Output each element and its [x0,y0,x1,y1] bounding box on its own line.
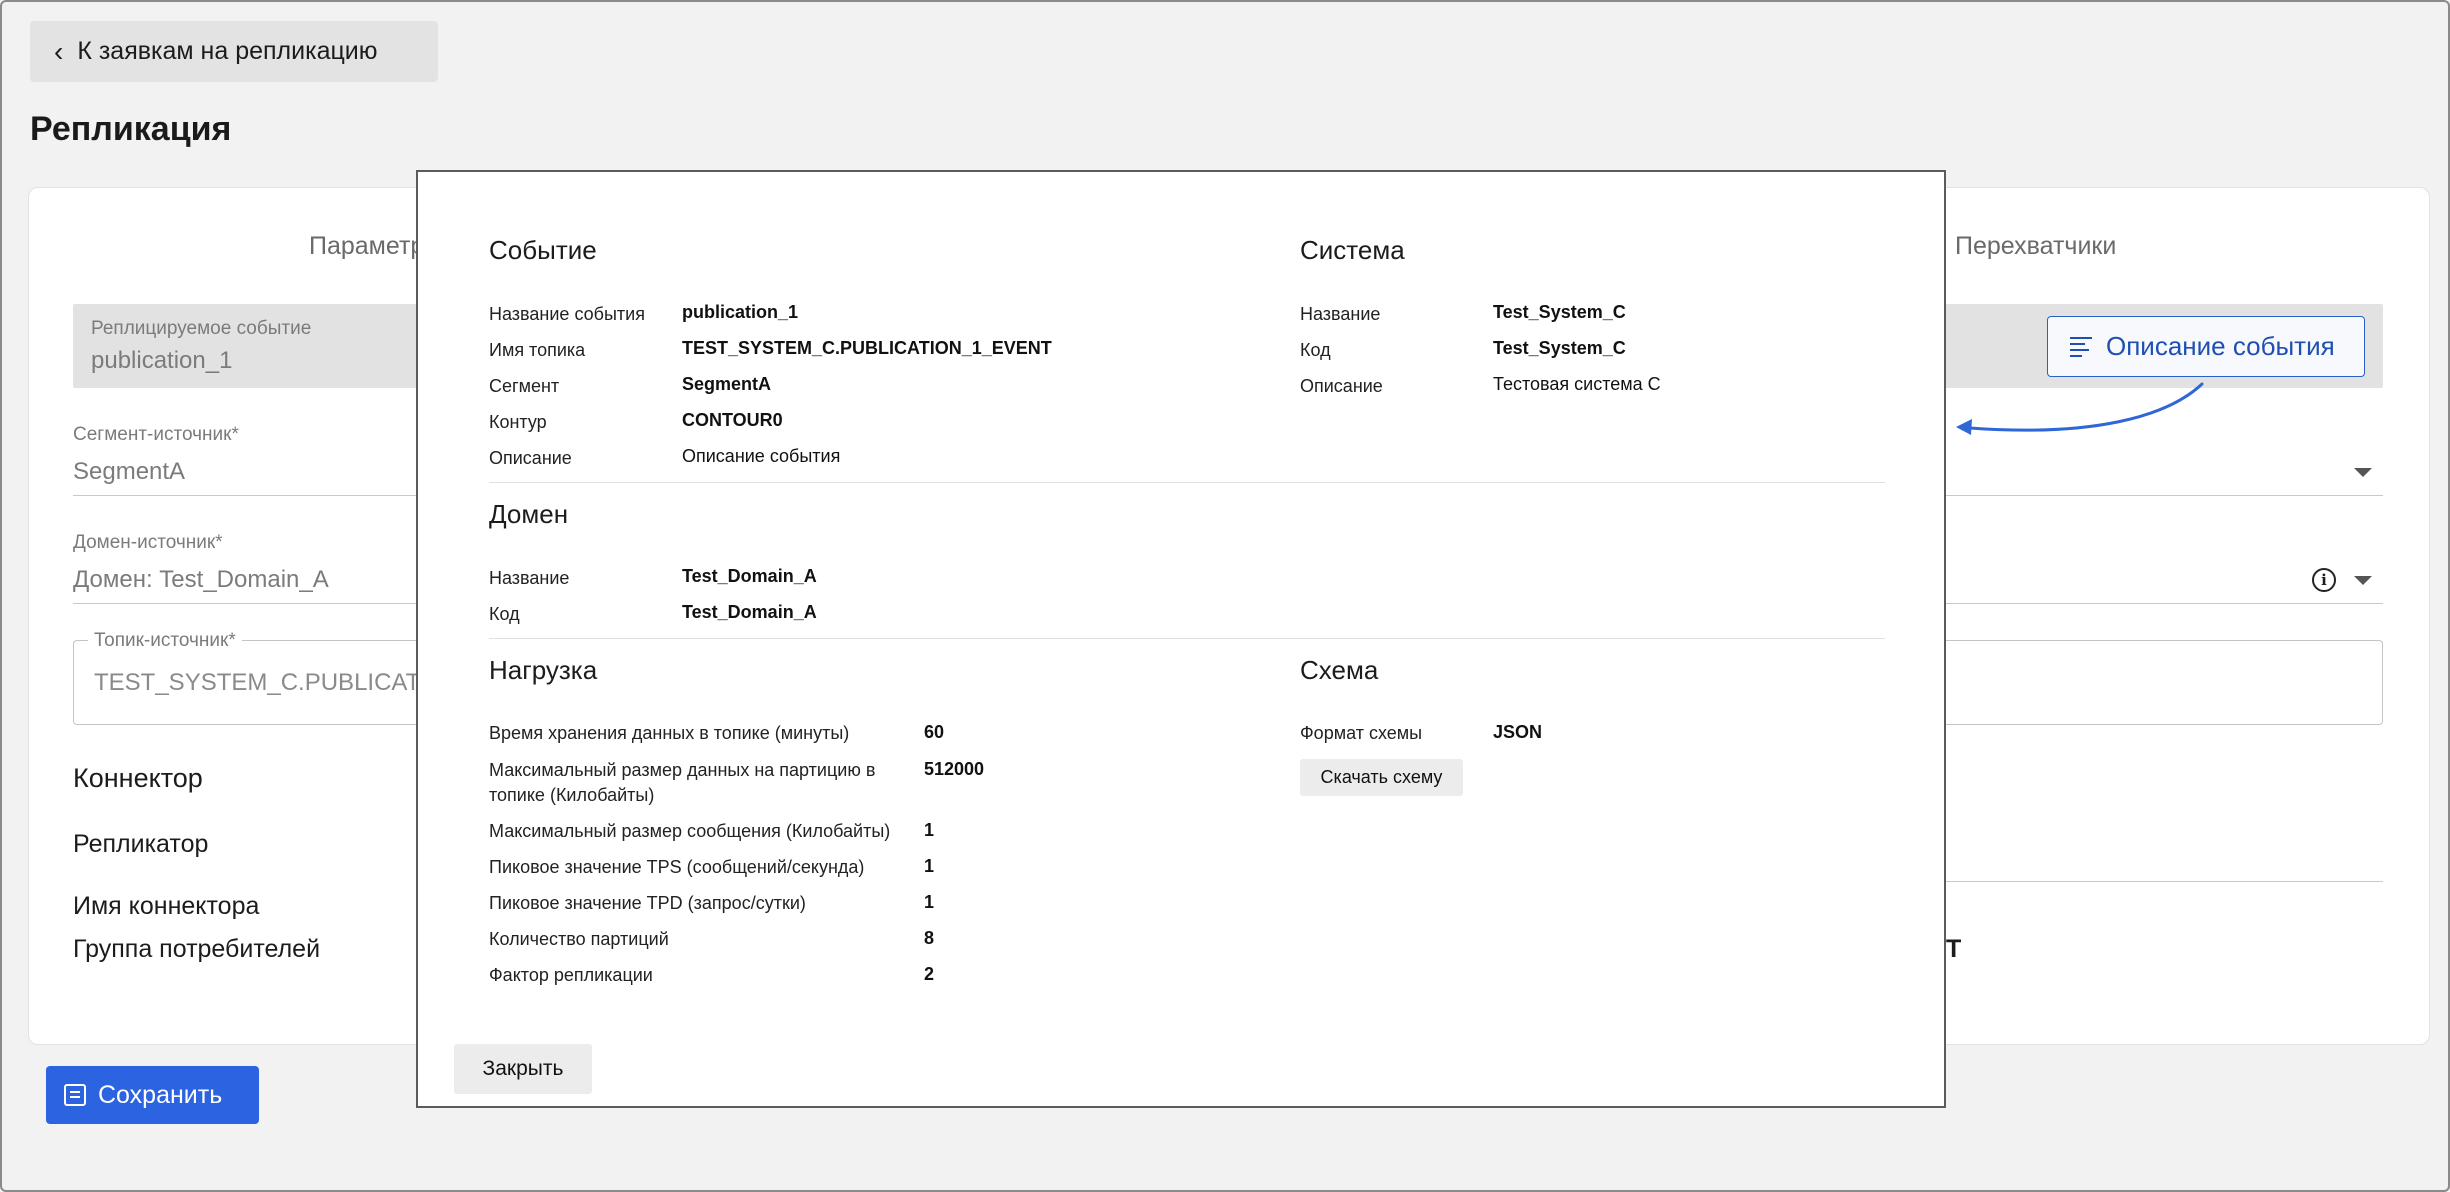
annotation-arrow [1956,382,2204,435]
page-title: Репликация [30,110,232,148]
load-row-key: Максимальный размер сообщения (Килобайты… [489,821,891,841]
source-segment-value[interactable]: SegmentA [73,458,185,486]
section-divider [489,482,1885,483]
event-row-key: Контур [489,412,547,432]
domain-row-value: Test_Domain_A [682,566,817,586]
consumer-group-label: Группа потребителей [73,935,321,963]
load-row-key: Пиковое значение TPS (сообщений/секунда) [489,857,865,877]
load-row-key: Время хранения данных в топике (минуты) [489,723,850,743]
replicator-underline [1946,881,2383,882]
tab-parameters[interactable]: Параметр [309,232,424,261]
event-row-key: Имя топика [489,340,586,360]
source-topic-label: Топик-источник* [88,630,242,652]
system-row-key: Описание [1300,376,1383,396]
event-row-key: Название события [489,304,645,324]
load-row-key: Фактор репликации [489,965,653,985]
replicated-event-value: publication_1 [91,347,233,374]
load-row-key: Пиковое значение TPD (запрос/сутки) [489,893,806,913]
event-row-key: Сегмент [489,376,560,396]
system-row-value: Тестовая система С [1493,374,1661,394]
load-row-value: 1 [924,820,935,840]
source-segment-label: Сегмент-источник* [73,424,239,445]
load-row-value: 8 [924,928,935,948]
info-icon[interactable]: i [2312,568,2336,592]
load-row-value: 60 [924,722,945,742]
load-section-heading: Нагрузка [489,655,598,685]
chevron-left-icon: ‹ [54,35,64,67]
domain-row-key: Код [489,604,520,624]
download-schema-button[interactable]: Скачать схему [1300,759,1463,796]
replicated-event-label: Реплицируемое событие [91,318,312,339]
event-description-button-label: Описание события [2106,331,2335,361]
connector-heading: Коннектор [73,763,203,793]
event-row-value: TEST_SYSTEM_C.PUBLICATION_1_EVENT [682,338,1052,358]
event-description-button[interactable]: Описание события [2047,316,2365,377]
event-row-value: publication_1 [682,302,799,322]
save-button[interactable]: Сохранить [46,1066,259,1124]
connector-name-label: Имя коннектора [73,892,260,920]
event-row-value: SegmentA [682,374,772,394]
event-description-modal: Событие Название события publication_1 И… [416,170,1946,1108]
load-row-key: Максимальный размер данных на партицию в… [489,760,876,805]
caret-down-icon[interactable] [2354,468,2372,477]
source-topic-value: TEST_SYSTEM_C.PUBLICAT [94,669,421,696]
source-domain-label: Домен-источник* [73,532,223,553]
event-row-value: CONTOUR0 [682,410,783,430]
replicator-label: Репликатор [73,830,209,858]
system-section-heading: Система [1300,235,1405,265]
event-row-key: Описание [489,448,572,468]
close-modal-button[interactable]: Закрыть [454,1044,592,1094]
system-row-key: Название [1300,304,1381,324]
load-row-value: 512000 [924,759,985,779]
consumer-group-value: T [1946,935,1962,963]
section-divider [489,638,1885,639]
event-row-value: Описание события [682,446,841,466]
load-row-value: 2 [924,964,935,984]
tab-interceptors[interactable]: Перехватчики [1955,232,2116,261]
load-row-value: 1 [924,856,935,876]
app-window: ‹ К заявкам на репликацию Репликация Пар… [0,0,2450,1192]
text-lines-icon [2070,333,2092,361]
system-row-key: Код [1300,340,1331,360]
load-row-value: 1 [924,892,935,912]
schema-format-key: Формат схемы [1300,723,1423,743]
domain-row-key: Название [489,568,570,588]
schema-section-heading: Схема [1300,655,1379,685]
system-row-value: Test_System_C [1493,338,1626,358]
load-row-key: Количество партиций [489,929,669,949]
system-row-value: Test_System_C [1493,302,1626,322]
back-to-requests-button[interactable]: ‹ К заявкам на репликацию [30,21,438,82]
domain-row-value: Test_Domain_A [682,602,817,622]
schema-format-value: JSON [1493,722,1543,742]
save-icon [64,1084,86,1106]
back-button-label: К заявкам на репликацию [77,37,378,65]
caret-down-icon[interactable] [2354,576,2372,585]
domain-section-heading: Домен [489,499,569,529]
event-section-heading: Событие [489,235,597,265]
source-domain-value[interactable]: Домен: Test_Domain_A [73,566,329,594]
save-button-label: Сохранить [98,1080,223,1109]
